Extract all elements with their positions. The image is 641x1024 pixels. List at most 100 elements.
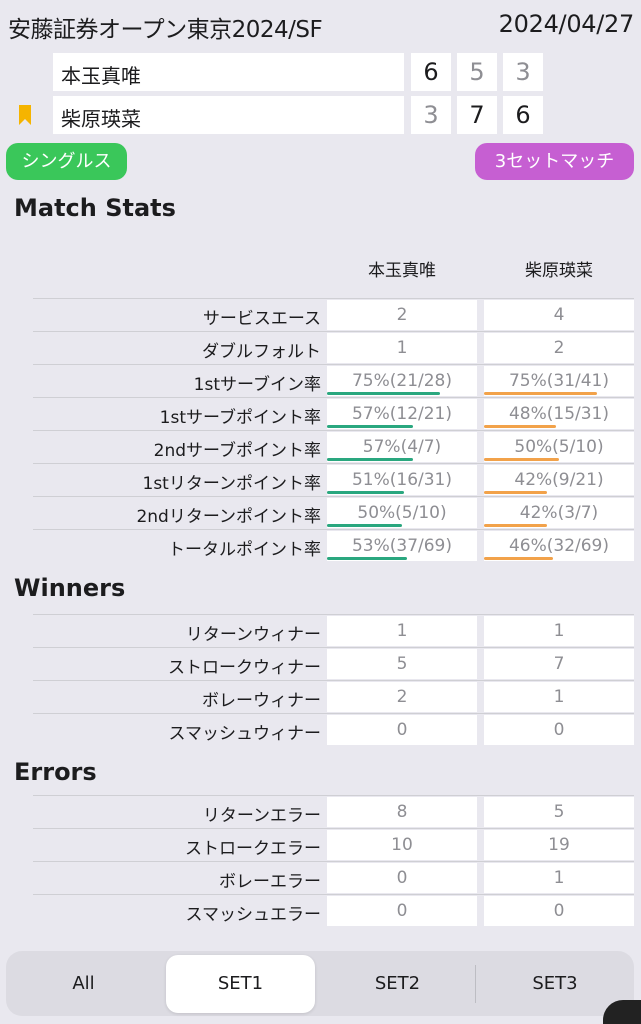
stat-value-text: 50%(5/10) <box>514 437 604 457</box>
stat-label: 2ndサーブポイント率 <box>153 441 321 461</box>
tab-set2[interactable]: SET2 <box>320 955 475 1013</box>
stat-value-text: 0 <box>553 901 565 921</box>
stat-value-player2: 1 <box>484 616 634 646</box>
stat-value-text: 1 <box>553 687 565 707</box>
stat-row: 1stサーブイン率 75%(21/28) 75%(31/41) <box>33 364 634 397</box>
stat-row: 1stサーブポイント率 57%(12/21) 48%(15/31) <box>33 397 634 430</box>
stat-value-text: 0 <box>396 868 408 888</box>
player-name-box: 柴原瑛菜 <box>53 96 404 134</box>
stat-label: ストロークウィナー <box>168 658 321 678</box>
percentage-bar <box>327 392 440 395</box>
stat-value-player2: 7 <box>484 649 634 679</box>
stat-value-text: 5 <box>396 654 408 674</box>
bookmark-icon <box>19 105 31 125</box>
winners-title: Winners <box>14 574 126 602</box>
stat-value-text: 57%(12/21) <box>351 404 453 424</box>
stat-value-text: 7 <box>553 654 565 674</box>
stat-row: 2ndリターンポイント率 50%(5/10) 42%(3/7) <box>33 496 634 529</box>
stat-value-text: 10 <box>391 835 413 855</box>
stat-label: スマッシュエラー <box>185 905 322 925</box>
stat-row: ダブルフォルト 1 2 <box>33 331 634 364</box>
stat-row: 1stリターンポイント率 51%(16/31) 42%(9/21) <box>33 463 634 496</box>
category-badge: シングルス <box>6 143 127 180</box>
stat-row: トータルポイント率 53%(37/69) 46%(32/69) <box>33 529 634 562</box>
column-header-player1: 本玉真唯 <box>368 261 436 281</box>
stat-value-player2: 4 <box>484 300 634 330</box>
stat-row: ボレーエラー 0 1 <box>33 861 634 894</box>
stat-value-text: 5 <box>553 802 565 822</box>
stat-value-player2: 46%(32/69) <box>484 531 634 561</box>
stat-row: スマッシュエラー 0 0 <box>33 894 634 927</box>
set-score: 6 <box>503 96 543 134</box>
stat-row: ストロークウィナー 5 7 <box>33 647 634 680</box>
stat-value-text: 8 <box>396 802 408 822</box>
tab-divider <box>475 965 476 1003</box>
stat-value-player1: 57%(12/21) <box>327 399 477 429</box>
stat-label: サービスエース <box>202 309 321 329</box>
tournament-title: 安藤証券オープン東京2024/SF <box>8 17 323 43</box>
stat-value-text: 0 <box>553 720 565 740</box>
player-name: 本玉真唯 <box>61 64 141 88</box>
stat-label: リターンウィナー <box>185 625 321 645</box>
match-stats-title: Match Stats <box>14 194 176 222</box>
stat-value-text: 51%(16/31) <box>351 470 453 490</box>
stat-value-player1: 10 <box>327 830 477 860</box>
percentage-bar <box>327 425 413 428</box>
stat-value-player1: 1 <box>327 616 477 646</box>
percentage-bar <box>484 458 559 461</box>
stat-value-player2: 1 <box>484 863 634 893</box>
tab-all[interactable]: All <box>6 955 161 1013</box>
stat-row: 2ndサーブポイント率 57%(4/7) 50%(5/10) <box>33 430 634 463</box>
stat-value-text: 57%(4/7) <box>362 437 442 457</box>
player-row: 柴原瑛菜 3 7 6 <box>0 96 641 134</box>
stat-value-player1: 1 <box>327 333 477 363</box>
stat-value-player2: 75%(31/41) <box>484 366 634 396</box>
stat-value-text: 50%(5/10) <box>357 503 447 523</box>
stat-value-text: 2 <box>396 305 408 325</box>
stat-value-player1: 8 <box>327 797 477 827</box>
stat-value-player1: 51%(16/31) <box>327 465 477 495</box>
stat-value-player2: 42%(3/7) <box>484 498 634 528</box>
stat-value-player1: 2 <box>327 682 477 712</box>
tab-set1[interactable]: SET1 <box>166 955 315 1013</box>
stat-row: ストロークエラー 10 19 <box>33 828 634 861</box>
set-tab-bar: All SET1 SET2 SET3 <box>6 951 634 1016</box>
stat-value-player1: 50%(5/10) <box>327 498 477 528</box>
header: 安藤証券オープン東京2024/SF 2024/04/27 <box>0 0 641 52</box>
stat-value-player2: 42%(9/21) <box>484 465 634 495</box>
stat-label: 1stサーブポイント率 <box>159 408 321 428</box>
stat-value-text: 42%(9/21) <box>514 470 604 490</box>
stat-label: スマッシュウィナー <box>168 724 322 744</box>
stat-value-text: 2 <box>553 338 565 358</box>
stat-value-text: 1 <box>553 621 565 641</box>
stat-row: スマッシュウィナー 0 0 <box>33 713 634 746</box>
percentage-bar <box>327 524 402 527</box>
stat-value-text: 1 <box>396 621 408 641</box>
stat-value-text: 0 <box>396 901 408 921</box>
stat-label: リターンエラー <box>202 806 321 826</box>
stat-value-text: 19 <box>548 835 570 855</box>
stat-value-player2: 2 <box>484 333 634 363</box>
stat-value-player2: 50%(5/10) <box>484 432 634 462</box>
set-score: 7 <box>457 96 497 134</box>
stat-value-text: 4 <box>553 305 565 325</box>
stat-value-text: 42%(3/7) <box>519 503 599 523</box>
stat-label: トータルポイント率 <box>168 540 321 560</box>
stat-row: リターンウィナー 1 1 <box>33 614 634 647</box>
set-score: 3 <box>411 96 451 134</box>
errors-title: Errors <box>14 758 97 786</box>
stat-row: ボレーウィナー 2 1 <box>33 680 634 713</box>
player-name-box: 本玉真唯 <box>53 53 404 91</box>
stat-row: サービスエース 2 4 <box>33 298 634 331</box>
stat-value-player1: 57%(4/7) <box>327 432 477 462</box>
percentage-bar <box>327 557 407 560</box>
stat-value-text: 1 <box>553 868 565 888</box>
stat-value-player2: 1 <box>484 682 634 712</box>
set-score: 5 <box>457 53 497 91</box>
player-row: 本玉真唯 6 5 3 <box>0 53 641 91</box>
stat-value-text: 1 <box>396 338 408 358</box>
stat-label: ボレーウィナー <box>202 691 321 711</box>
stat-value-player1: 0 <box>327 715 477 745</box>
stat-value-player1: 0 <box>327 863 477 893</box>
stat-label: ストロークエラー <box>185 839 321 859</box>
